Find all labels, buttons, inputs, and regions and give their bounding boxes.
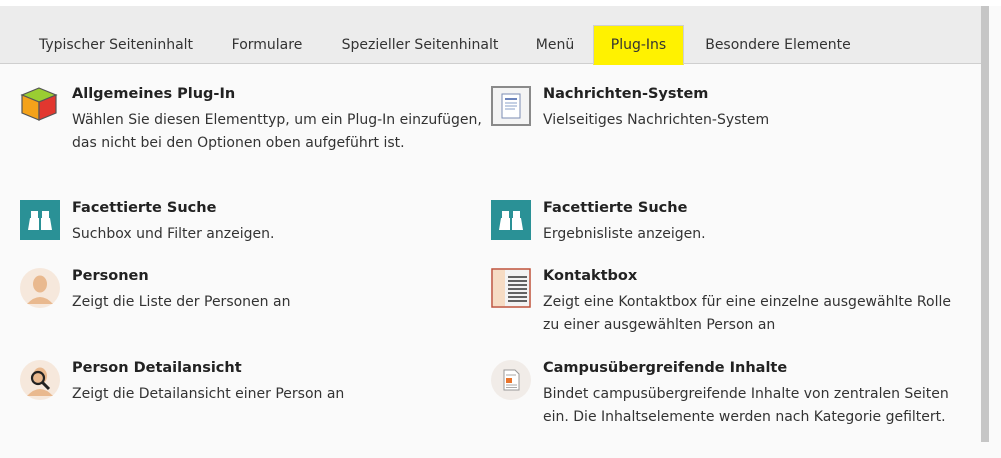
item-description: Zeigt die Liste der Personen an bbox=[72, 294, 291, 310]
item-title: Campusübergreifende Inhalte bbox=[543, 360, 788, 376]
item-description: Bindet campusübergreifende Inhalte von z… bbox=[543, 386, 949, 425]
tab-bar: Typischer Seiteninhalt Formulare Speziel… bbox=[0, 6, 981, 65]
contact-list-icon bbox=[491, 268, 531, 308]
item-description: Ergebnisliste anzeigen. bbox=[543, 226, 706, 242]
item-title: Nachrichten-System bbox=[543, 86, 709, 102]
document-icon bbox=[491, 86, 531, 126]
item-title: Facettierte Suche bbox=[543, 200, 688, 216]
tab-spezieller-seiteninhalt[interactable]: Spezieller Seitenhinalt bbox=[322, 26, 518, 64]
tab-plug-ins[interactable]: Plug-Ins bbox=[593, 25, 684, 65]
person-search-icon bbox=[20, 360, 60, 400]
person-icon bbox=[20, 268, 60, 308]
tab-formulare[interactable]: Formulare bbox=[212, 26, 322, 64]
item-title: Person Detailansicht bbox=[72, 360, 242, 376]
item-description: Wählen Sie diesen Elementtyp, um ein Plu… bbox=[72, 112, 482, 151]
item-title: Allgemeines Plug-In bbox=[72, 86, 236, 102]
tab-besondere-elemente[interactable]: Besondere Elemente bbox=[684, 26, 872, 64]
item-title: Facettierte Suche bbox=[72, 200, 217, 216]
item-title: Kontaktbox bbox=[543, 268, 638, 284]
item-description: Vielseitiges Nachrichten-System bbox=[543, 112, 770, 128]
scrollbar-thumb[interactable] bbox=[981, 6, 989, 442]
plugin-cube-icon bbox=[20, 86, 60, 126]
item-description: Zeigt die Detailansicht einer Person an bbox=[72, 386, 345, 402]
binoculars-icon bbox=[491, 200, 531, 240]
item-title: Personen bbox=[72, 268, 149, 284]
item-description: Zeigt eine Kontaktbox für eine einzelne … bbox=[543, 294, 951, 333]
campus-document-icon bbox=[491, 360, 531, 400]
item-description: Suchbox und Filter anzeigen. bbox=[72, 226, 275, 242]
binoculars-icon bbox=[20, 200, 60, 240]
tab-typischer-seiteninhalt[interactable]: Typischer Seiteninhalt bbox=[20, 26, 212, 64]
tab-menu[interactable]: Menü bbox=[518, 26, 592, 64]
